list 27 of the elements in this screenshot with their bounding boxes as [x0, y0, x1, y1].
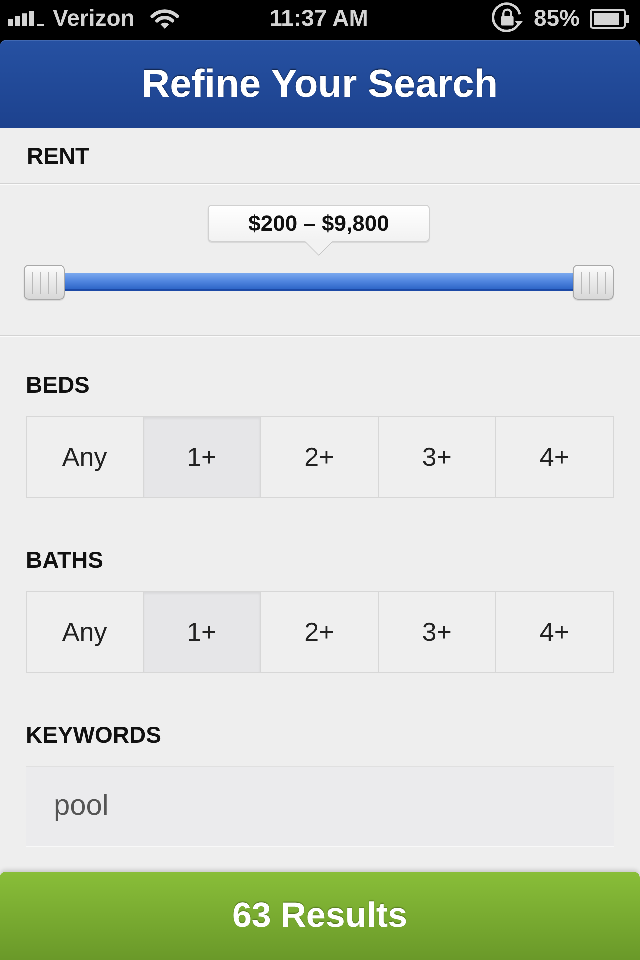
- segment-option[interactable]: Any: [26, 591, 144, 673]
- rotation-lock-icon: [490, 2, 524, 35]
- slider-track[interactable]: [24, 265, 614, 300]
- segment-option[interactable]: 3+: [378, 591, 496, 673]
- battery-percent: 85%: [534, 5, 580, 32]
- signal-icon: [8, 11, 46, 26]
- segment-option[interactable]: 2+: [261, 591, 379, 673]
- section-label: RENT: [27, 142, 90, 168]
- screen-title: Refine Your Search: [142, 62, 498, 108]
- wifi-icon: [150, 8, 180, 30]
- battery-icon: [590, 8, 630, 28]
- section-label: BEDS: [26, 372, 90, 398]
- slider-handle[interactable]: [24, 265, 65, 300]
- price-range-tooltip: $200 – $9,800: [208, 205, 430, 256]
- slider-handle[interactable]: [573, 265, 614, 300]
- section-label: BATHS: [26, 547, 104, 573]
- segment-option[interactable]: 2+: [261, 416, 379, 498]
- segment-option[interactable]: 1+: [144, 416, 262, 498]
- segment-option[interactable]: Any: [26, 416, 144, 498]
- segment-option[interactable]: 1+: [144, 591, 262, 673]
- keywords-field[interactable]: pool: [26, 766, 614, 847]
- segment-option[interactable]: 4+: [496, 416, 614, 498]
- segment-option[interactable]: 4+: [496, 591, 614, 673]
- segment-option[interactable]: 3+: [378, 416, 496, 498]
- status-time: 11:37 AM: [270, 5, 368, 32]
- carrier-name: Verizon: [53, 5, 135, 32]
- section-label: KEYWORDS: [26, 722, 162, 748]
